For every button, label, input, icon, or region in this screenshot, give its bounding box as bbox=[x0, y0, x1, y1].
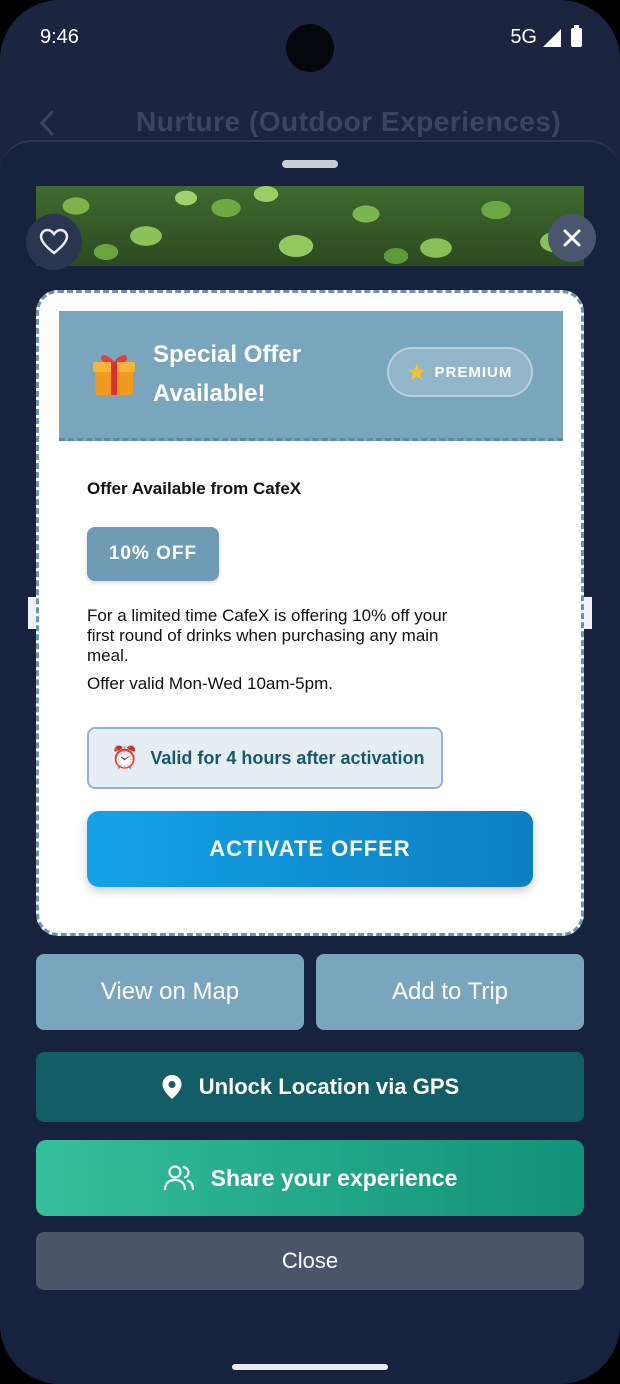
share-label: Share your experience bbox=[210, 1164, 458, 1191]
heart-icon bbox=[39, 228, 69, 255]
drag-handle[interactable] bbox=[282, 160, 338, 168]
camera-cutout bbox=[286, 24, 334, 72]
share-experience-button[interactable]: Share your experience bbox=[36, 1140, 584, 1216]
star-icon: ★ bbox=[407, 361, 427, 384]
offer-title: Special Offer Available! bbox=[153, 341, 302, 407]
status-icons: 5G bbox=[510, 25, 582, 49]
location-pin-icon bbox=[162, 1075, 182, 1099]
alarm-clock-icon: ⏰ bbox=[111, 745, 139, 770]
phone-screen: 9:46 5G Nurture (Outdoor Experiences) Sp… bbox=[0, 0, 620, 1384]
status-bar: 9:46 5G bbox=[0, 0, 620, 80]
close-icon bbox=[563, 229, 581, 247]
back-icon[interactable] bbox=[36, 108, 58, 138]
gift-icon bbox=[93, 355, 135, 395]
status-time: 9:46 bbox=[40, 26, 79, 48]
discount-badge: 10% OFF bbox=[87, 527, 219, 581]
offer-banner: Special Offer Available! ★ PREMIUM bbox=[59, 311, 563, 441]
battery-icon bbox=[571, 25, 582, 47]
users-icon bbox=[163, 1165, 194, 1191]
premium-badge: ★ PREMIUM bbox=[387, 347, 533, 397]
premium-label: PREMIUM bbox=[434, 363, 513, 381]
home-indicator[interactable] bbox=[232, 1364, 388, 1370]
signal-icon bbox=[543, 28, 561, 47]
close-button[interactable]: Close bbox=[36, 1232, 584, 1290]
unlock-gps-label: Unlock Location via GPS bbox=[198, 1074, 460, 1099]
close-x-button[interactable] bbox=[548, 214, 596, 262]
add-to-trip-button[interactable]: Add to Trip bbox=[316, 954, 584, 1030]
offer-source: Offer Available from CafeX bbox=[87, 479, 302, 498]
validity-notice: ⏰ Valid for 4 hours after activation bbox=[87, 727, 443, 789]
offer-card: Special Offer Available! ★ PREMIUM Offer… bbox=[36, 290, 584, 936]
view-on-map-button[interactable]: View on Map bbox=[36, 954, 304, 1030]
favorite-button[interactable] bbox=[26, 214, 82, 270]
activate-offer-button[interactable]: ACTIVATE OFFER bbox=[87, 811, 533, 887]
offer-description: For a limited time CafeX is offering 10%… bbox=[87, 606, 448, 665]
unlock-gps-button[interactable]: Unlock Location via GPS bbox=[36, 1052, 584, 1122]
page-title: Nurture (Outdoor Experiences) bbox=[136, 106, 562, 137]
hero-image bbox=[36, 186, 584, 266]
network-label: 5G bbox=[510, 26, 537, 48]
offer-valid-days: Offer valid Mon-Wed 10am-5pm. bbox=[87, 674, 333, 693]
validity-label: Valid for 4 hours after activation bbox=[150, 747, 425, 768]
bottom-sheet: Special Offer Available! ★ PREMIUM Offer… bbox=[0, 140, 620, 1384]
